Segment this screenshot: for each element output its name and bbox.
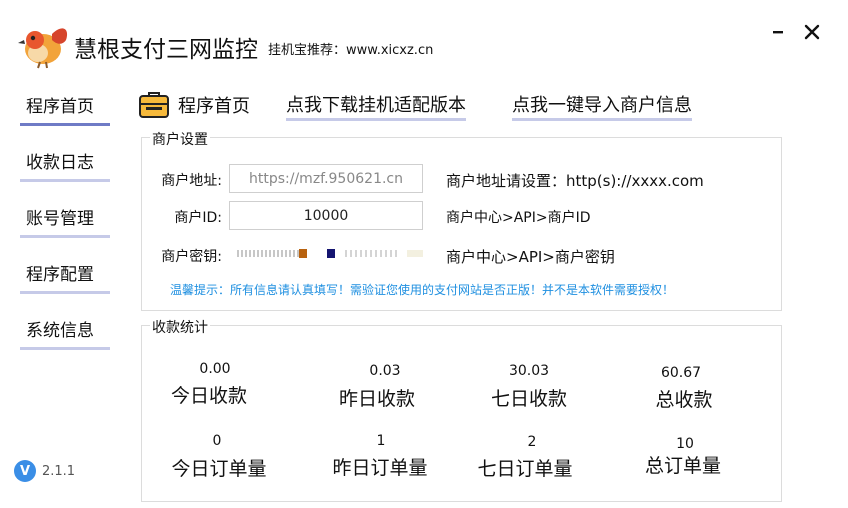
key-mask-segment [237, 250, 299, 257]
sidebar-item-system-info[interactable]: 系统信息 [20, 314, 110, 350]
download-link-underline [286, 118, 466, 121]
sidebar-item-underline [20, 123, 110, 126]
version-text: 2.1.1 [42, 463, 76, 479]
bird-logo-icon [18, 28, 68, 69]
stat-total-orders-label: 总订单量 [644, 455, 721, 477]
stat-yesterday-income-label: 昨日收款 [338, 388, 415, 410]
sidebar-item-label: 系统信息 [26, 321, 94, 341]
download-link-label: 点我下载挂机适配版本 [286, 95, 466, 116]
stat-today-orders-label: 今日订单量 [171, 458, 267, 480]
stat-yesterday-income-value: 0.03 [369, 363, 401, 379]
merchant-id-hint: 商户中心>API>商户ID [446, 210, 591, 226]
stat-yesterday-orders-label: 昨日订单量 [332, 457, 428, 479]
sidebar-item-label: 程序配置 [26, 265, 94, 285]
sidebar-item-accounts[interactable]: 账号管理 [20, 202, 110, 238]
merchant-group-title: 商户设置 [150, 129, 210, 149]
briefcase-icon [139, 92, 169, 118]
stat-today-orders-value: 0 [212, 433, 222, 449]
app-title: 慧根支付三网监控 [74, 37, 258, 63]
app-subtitle: 挂机宝推荐：www.xicxz.cn [268, 43, 434, 58]
stat-total-income-value: 60.67 [660, 365, 702, 381]
merchant-key-label: 商户密钥: [161, 249, 222, 265]
merchant-address-input[interactable] [229, 164, 423, 193]
key-mask-segment [327, 249, 335, 258]
minimize-icon[interactable] [766, 20, 790, 44]
sidebar-item-underline [20, 235, 110, 238]
stat-total-orders-value: 10 [676, 436, 694, 452]
sidebar-item-underline [20, 291, 110, 294]
key-mask-segment [299, 249, 307, 258]
sidebar-item-payment-log[interactable]: 收款日志 [20, 146, 110, 182]
merchant-key-hint: 商户中心>API>商户密钥 [446, 248, 615, 266]
sidebar-item-label: 账号管理 [26, 209, 94, 229]
close-icon[interactable] [800, 20, 824, 44]
sidebar-item-label: 收款日志 [26, 153, 94, 173]
version-info: V 2.1.1 [14, 458, 75, 484]
import-link-label: 点我一键导入商户信息 [512, 95, 692, 116]
merchant-id-input[interactable] [229, 201, 423, 230]
sidebar-item-underline [20, 179, 110, 182]
import-link-underline [512, 118, 692, 121]
import-merchant-link[interactable]: 点我一键导入商户信息 [512, 91, 692, 121]
sidebar-item-label: 程序首页 [26, 97, 94, 117]
warm-tip: 温馨提示：所有信息请认真填写！需验证您使用的支付网站是否正版！并不是本软件需要授… [170, 283, 675, 297]
stat-week-orders-label: 七日订单量 [477, 458, 573, 480]
sidebar-item-underline [20, 347, 110, 350]
merchant-address-hint: 商户地址请设置：http(s)://xxxx.com [446, 172, 704, 190]
stats-group-title: 收款统计 [150, 317, 210, 337]
version-badge-icon: V [14, 460, 36, 482]
stat-total-income-label: 总收款 [655, 389, 713, 411]
stat-yesterday-orders-value: 1 [376, 433, 386, 449]
sidebar-item-config[interactable]: 程序配置 [20, 258, 110, 294]
stat-week-orders-value: 2 [527, 434, 537, 450]
stat-week-income-value: 30.03 [508, 363, 550, 379]
key-mask-segment [345, 250, 399, 257]
stat-today-income-value: 0.00 [199, 361, 231, 377]
download-link[interactable]: 点我下载挂机适配版本 [286, 91, 466, 121]
stat-today-income-label: 今日收款 [170, 385, 247, 407]
nav-home-label: 程序首页 [178, 96, 250, 117]
sidebar-item-home[interactable]: 程序首页 [20, 90, 110, 126]
key-mask-segment [407, 250, 423, 257]
merchant-key-input[interactable] [229, 238, 423, 267]
merchant-id-label: 商户ID: [174, 210, 222, 226]
merchant-address-label: 商户地址: [161, 173, 222, 189]
stat-week-income-label: 七日收款 [490, 388, 567, 410]
